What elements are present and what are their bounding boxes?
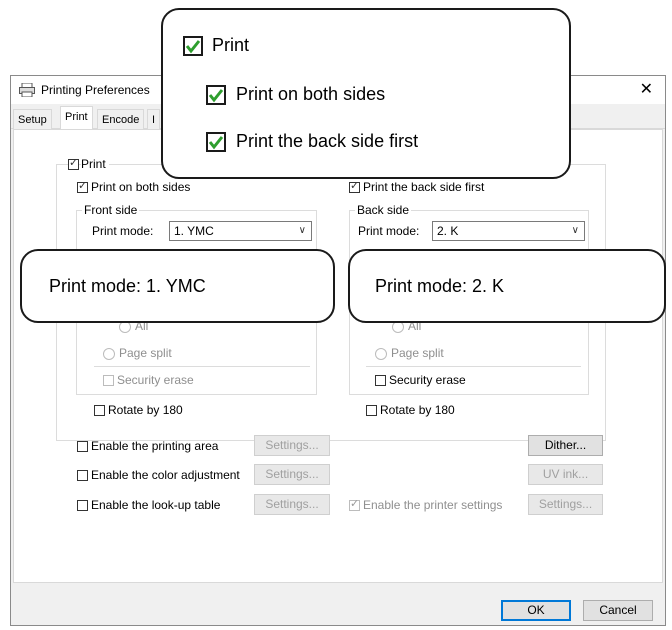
- callout-back-first-label: Print the back side first: [236, 131, 419, 151]
- lookup-table-label: Enable the look-up table: [91, 498, 221, 512]
- back-security-erase-label: Security erase: [389, 373, 466, 387]
- back-print-mode-value: 2. K: [437, 224, 459, 238]
- callout-back-mode-text: Print mode: 2. K: [375, 276, 505, 296]
- front-page-split-radio[interactable]: [103, 348, 115, 360]
- dither-button[interactable]: Dither...: [528, 435, 603, 456]
- front-print-mode-label: Print mode:: [92, 224, 154, 238]
- printing-area-settings-button[interactable]: Settings...: [254, 435, 330, 456]
- callout-both-sides-label: Print on both sides: [236, 84, 386, 104]
- front-divider-bottom: [94, 366, 310, 367]
- print-label: Print: [81, 157, 109, 171]
- color-adjust-settings-button[interactable]: Settings...: [254, 464, 330, 485]
- green-check-icon: [206, 85, 226, 105]
- tab-encode[interactable]: Encode: [97, 109, 145, 129]
- tab-print[interactable]: Print: [60, 106, 93, 129]
- printer-settings-checkbox[interactable]: ✓: [349, 498, 360, 511]
- callout-print-label: Print: [212, 35, 250, 55]
- green-check-icon: [183, 36, 203, 56]
- back-side-title: Back side: [355, 203, 412, 217]
- printer-settings-label: Enable the printer settings: [363, 498, 503, 512]
- front-print-mode-select[interactable]: 1. YMC ∨: [169, 221, 312, 241]
- printer-settings-button[interactable]: Settings...: [528, 494, 603, 515]
- chevron-down-icon: ∨: [571, 225, 579, 236]
- front-side-title: Front side: [82, 203, 140, 217]
- cancel-button[interactable]: Cancel: [583, 600, 653, 621]
- both-sides-checkbox[interactable]: ✓: [77, 180, 88, 193]
- front-security-erase-checkbox[interactable]: [103, 375, 114, 386]
- lookup-settings-button[interactable]: Settings...: [254, 494, 330, 515]
- print-tab-panel: ✓ Print ✓ Print on both sides ✓ Print th…: [13, 129, 663, 583]
- window-title: Printing Preferences: [41, 83, 150, 97]
- back-print-mode-label: Print mode:: [358, 224, 420, 238]
- both-sides-label: Print on both sides: [91, 180, 191, 194]
- back-first-checkbox[interactable]: ✓: [349, 180, 360, 193]
- front-security-erase-label: Security erase: [117, 373, 194, 387]
- front-rotate-label: Rotate by 180: [108, 403, 183, 417]
- back-page-split-radio[interactable]: [375, 348, 387, 360]
- ok-button[interactable]: OK: [501, 600, 571, 621]
- tab-more[interactable]: I: [147, 109, 161, 129]
- uv-ink-button[interactable]: UV ink...: [528, 464, 603, 485]
- printer-icon: [19, 83, 35, 97]
- front-rotate-checkbox[interactable]: [94, 405, 105, 416]
- back-page-split-label: Page split: [391, 346, 444, 360]
- tab-setup[interactable]: Setup: [13, 109, 52, 129]
- callout-front-mode-text: Print mode: 1. YMC: [49, 276, 206, 296]
- back-print-mode-select[interactable]: 2. K ∨: [432, 221, 585, 241]
- close-icon[interactable]: ✕: [640, 79, 653, 99]
- chevron-down-icon: ∨: [298, 225, 306, 236]
- front-page-split-label: Page split: [119, 346, 172, 360]
- lookup-table-checkbox[interactable]: [77, 500, 88, 511]
- back-rotate-label: Rotate by 180: [380, 403, 455, 417]
- green-check-icon: [206, 132, 226, 152]
- front-print-mode-value: 1. YMC: [174, 224, 214, 238]
- back-first-label: Print the back side first: [363, 180, 485, 194]
- printing-area-checkbox[interactable]: [77, 441, 88, 452]
- print-checkbox[interactable]: ✓: [68, 157, 79, 170]
- printing-area-label: Enable the printing area: [91, 439, 219, 453]
- color-adjust-checkbox[interactable]: [77, 470, 88, 481]
- back-divider-bottom: [366, 366, 581, 367]
- color-adjust-label: Enable the color adjustment: [91, 468, 240, 482]
- back-security-erase-checkbox[interactable]: [375, 375, 386, 386]
- back-rotate-checkbox[interactable]: [366, 405, 377, 416]
